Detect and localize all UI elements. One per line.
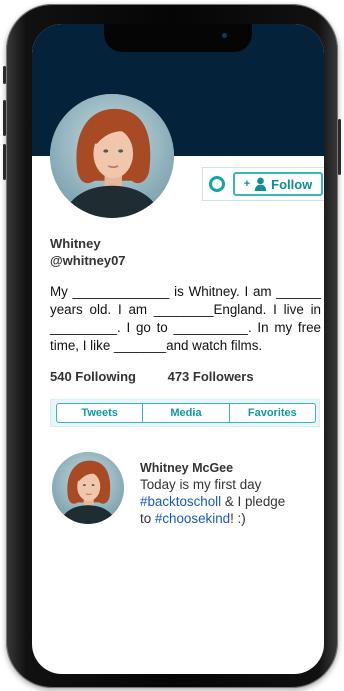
bio-line: _________. I go to __________. In my fre… bbox=[50, 320, 321, 335]
bio-line: time, I like _______and watch films. bbox=[50, 338, 263, 353]
volume-down-button bbox=[3, 144, 6, 180]
following-count[interactable]: 540 Following bbox=[50, 369, 136, 384]
camera-icon bbox=[222, 33, 227, 38]
hashtag-link[interactable]: #choosekind bbox=[155, 511, 230, 526]
silent-switch bbox=[3, 66, 6, 84]
profile-avatar[interactable] bbox=[50, 94, 174, 218]
hashtag-link[interactable]: #backtoscholl bbox=[140, 494, 221, 509]
profile-stats: 540 Following 473 Followers bbox=[50, 369, 254, 384]
power-button bbox=[338, 119, 341, 175]
post-line: Today is my first day bbox=[140, 477, 262, 492]
post-avatar[interactable] bbox=[52, 452, 124, 524]
follow-label: Follow bbox=[271, 176, 313, 192]
plus-icon: + bbox=[243, 178, 251, 190]
profile-photo bbox=[50, 94, 174, 218]
circle-icon[interactable] bbox=[209, 176, 225, 192]
phone-frame: + Follow Whitney @whitney07 My _________… bbox=[3, 4, 341, 688]
bio-line: My _____________ is Whitney. I am ______ bbox=[50, 284, 321, 299]
profile-handle: @whitney07 bbox=[50, 253, 126, 268]
post-fragment: ! :) bbox=[230, 511, 246, 526]
volume-up-button bbox=[3, 100, 6, 136]
profile-bio: My _____________ is Whitney. I am ______… bbox=[50, 283, 321, 355]
follow-panel: + Follow bbox=[202, 167, 324, 201]
post-author-name[interactable]: Whitney McGee bbox=[140, 461, 233, 475]
post-line: #backtoscholl & I pledge bbox=[140, 493, 320, 510]
post-line: to #choosekind! :) bbox=[140, 510, 320, 527]
phone-notch bbox=[104, 24, 252, 52]
post-text: Today is my first day #backtoscholl & I … bbox=[140, 476, 320, 527]
tab-media[interactable]: Media bbox=[142, 404, 228, 422]
followers-count[interactable]: 473 Followers bbox=[168, 369, 254, 384]
tab-bar-frame: Tweets Media Favorites bbox=[50, 399, 320, 427]
bio-line: years old. I am ________England. I live … bbox=[50, 302, 321, 317]
post-author-photo bbox=[52, 452, 124, 524]
follow-button[interactable]: + Follow bbox=[233, 172, 323, 196]
profile-name: Whitney bbox=[50, 236, 101, 251]
post-fragment: & I pledge bbox=[221, 494, 286, 509]
tab-tweets[interactable]: Tweets bbox=[57, 404, 142, 422]
tab-bar: Tweets Media Favorites bbox=[56, 403, 316, 423]
phone-screen: + Follow Whitney @whitney07 My _________… bbox=[32, 24, 324, 674]
person-icon bbox=[254, 177, 267, 191]
post-fragment: to bbox=[140, 511, 155, 526]
tab-favorites[interactable]: Favorites bbox=[228, 404, 315, 422]
